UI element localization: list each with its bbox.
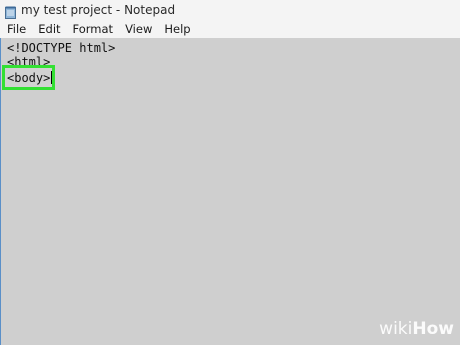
text-editor-area[interactable]: <!DOCTYPE html> <html> <body> (0, 38, 460, 345)
wikihow-watermark: wikiHow (379, 319, 454, 339)
editor-line-1: <!DOCTYPE html> (7, 41, 116, 55)
text-caret (51, 71, 53, 84)
title-bar[interactable]: my test project - Notepad (0, 0, 460, 20)
editor-line-3: <body> (7, 71, 53, 85)
watermark-how: How (412, 319, 454, 339)
window-title: my test project - Notepad (21, 3, 176, 17)
menu-edit[interactable]: Edit (33, 22, 65, 36)
menu-bar: File Edit Format View Help (0, 20, 460, 39)
menu-format[interactable]: Format (68, 22, 119, 36)
menu-view[interactable]: View (120, 22, 157, 36)
notepad-icon (5, 4, 16, 19)
menu-file[interactable]: File (2, 22, 31, 36)
menu-help[interactable]: Help (159, 22, 195, 36)
watermark-wiki: wiki (379, 319, 413, 339)
editor-line-3-text: <body> (7, 71, 51, 85)
notepad-window: my test project - Notepad File Edit Form… (0, 0, 460, 345)
